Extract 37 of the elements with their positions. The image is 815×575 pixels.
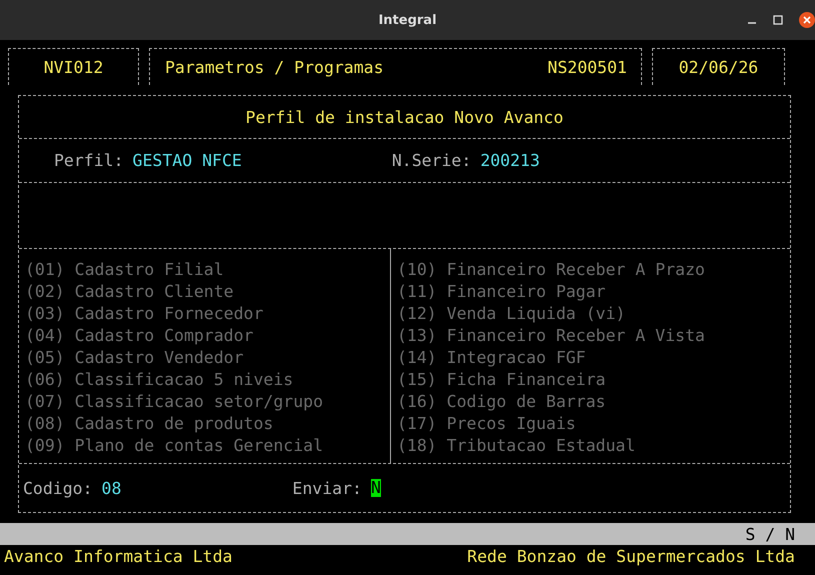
menu-option[interactable]: (08) Cadastro de produtos [25, 413, 390, 435]
menu-option[interactable]: (12) Venda Liquida (vi) [397, 303, 705, 325]
menu-option[interactable]: (09) Plano de contas Gerencial [25, 435, 390, 457]
perfil-value: GESTAO NFCE [132, 151, 242, 170]
client-name: Rede Bonzao de Supermercados Ltda [467, 546, 795, 568]
menu-option[interactable]: (11) Financeiro Pagar [397, 281, 705, 303]
panel-title: Perfil de instalacao Novo Avanco [246, 108, 564, 126]
date: 02/06/26 [678, 58, 758, 76]
hint-text: S / N [745, 524, 795, 544]
menu-option[interactable]: (17) Precos Iguais [397, 413, 705, 435]
enviar-input[interactable]: N [370, 479, 381, 497]
menu-option[interactable]: (02) Cadastro Cliente [25, 281, 390, 303]
menu-option[interactable]: (15) Ficha Financeira [397, 369, 705, 391]
close-icon[interactable] [799, 12, 815, 28]
menu-option[interactable]: (04) Cadastro Comprador [25, 325, 390, 347]
menu-option[interactable]: (01) Cadastro Filial [25, 259, 390, 281]
menu-option[interactable]: (16) Codigo de Barras [397, 391, 705, 413]
menu-option[interactable]: (05) Cadastro Vendedor [25, 347, 390, 369]
program-code: NVI012 [44, 58, 104, 76]
menu-option[interactable]: (10) Financeiro Receber A Prazo [397, 259, 705, 281]
menu-option[interactable]: (13) Financeiro Receber A Vista [397, 325, 705, 347]
maximize-icon[interactable] [773, 15, 783, 25]
module-title: Parametros / Programas [165, 58, 384, 76]
perfil-label: Perfil: [54, 151, 124, 170]
codigo-label: Codigo: [23, 478, 93, 498]
codigo-value[interactable]: 08 [102, 478, 122, 498]
enviar-label: Enviar: [292, 478, 362, 498]
menu-option[interactable]: (03) Cadastro Fornecedor [25, 303, 390, 325]
menu-option[interactable]: (07) Classificacao setor/grupo [25, 391, 390, 413]
window-title: Integral [378, 12, 437, 28]
serie-value: 200213 [480, 151, 540, 170]
serie-label: N.Serie: [392, 151, 472, 170]
serial-number: NS200501 [548, 58, 627, 76]
menu-option[interactable]: (18) Tributacao Estadual [397, 435, 705, 457]
menu-option[interactable]: (14) Integracao FGF [397, 347, 705, 369]
company-name: Avanco Informatica Ltda [4, 546, 232, 568]
menu-option[interactable]: (06) Classificacao 5 niveis [25, 369, 390, 391]
